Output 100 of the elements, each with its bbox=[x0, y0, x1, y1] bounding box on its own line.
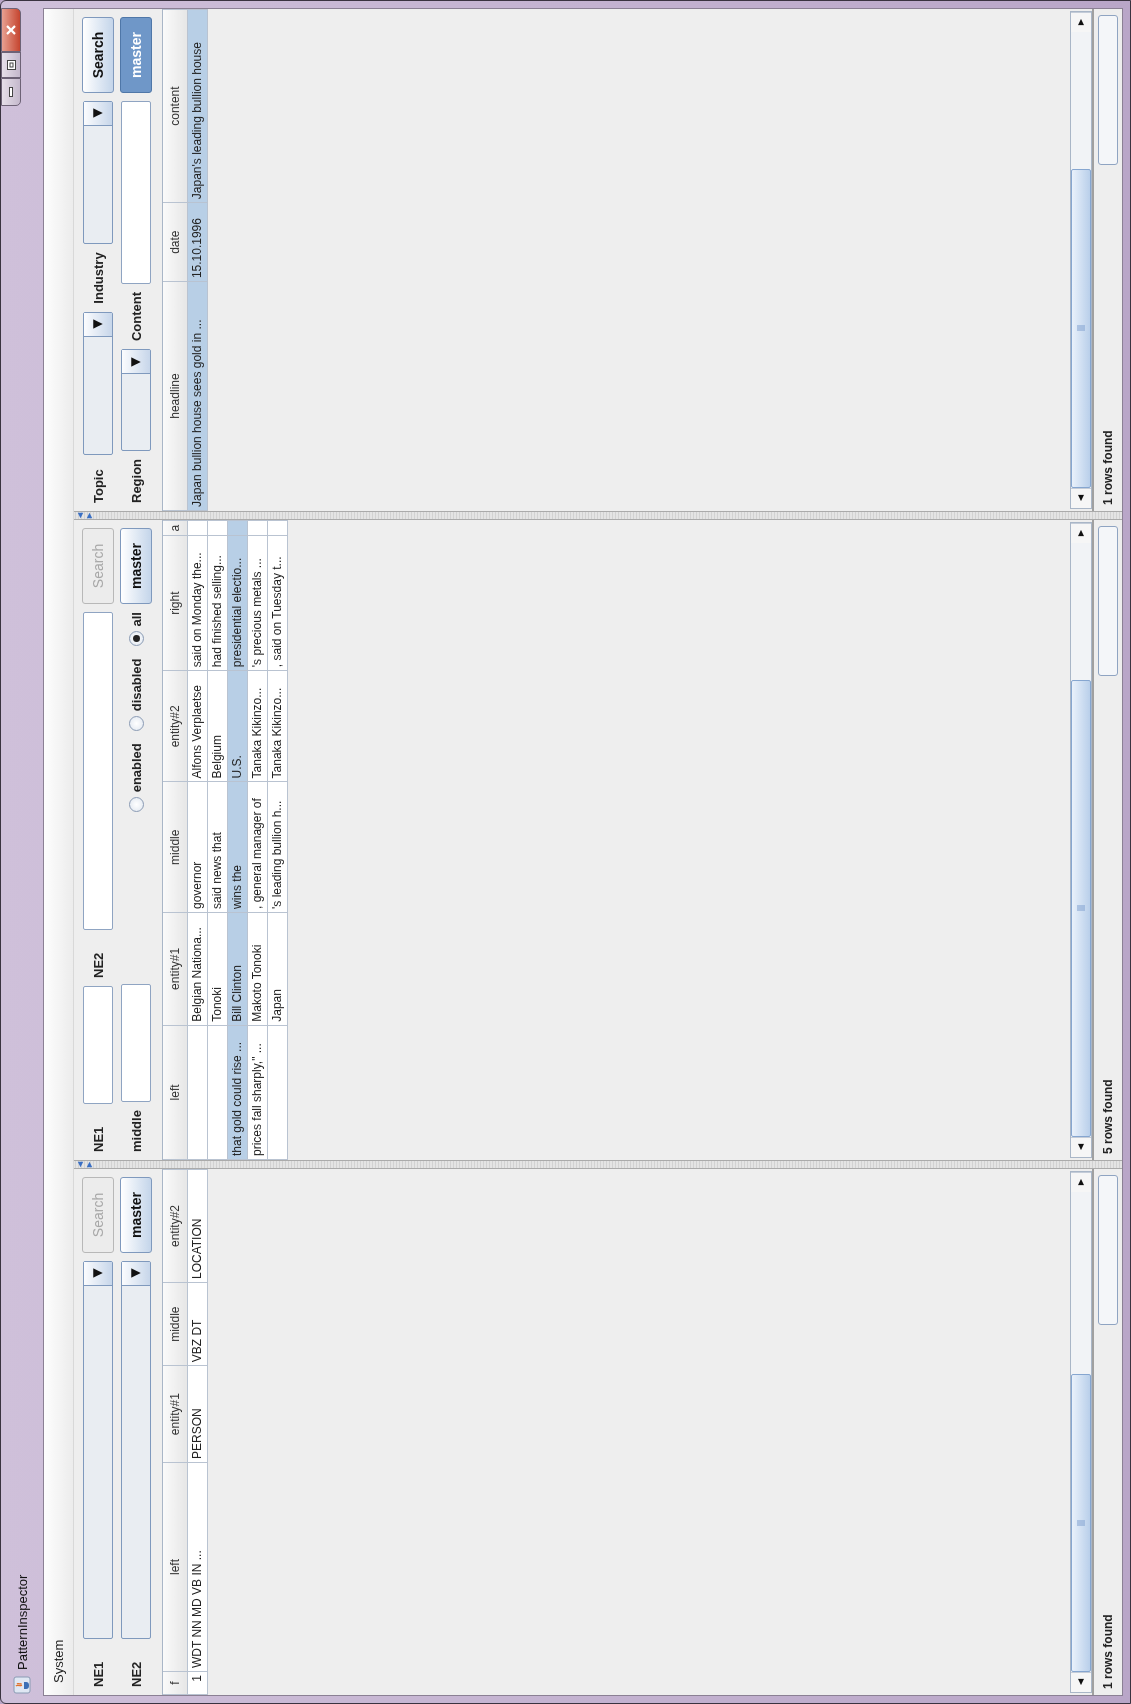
column-header[interactable]: middle bbox=[163, 1282, 187, 1366]
minimize-button[interactable] bbox=[1, 78, 21, 106]
dropdown-arrow-icon bbox=[92, 107, 104, 120]
table-cell: Makoto Tonoki bbox=[247, 912, 267, 1026]
scroll-arrow-button[interactable] bbox=[1071, 12, 1091, 32]
grip-icon bbox=[1077, 1520, 1085, 1527]
scrollbar[interactable] bbox=[1070, 1171, 1092, 1693]
dropdown[interactable] bbox=[83, 311, 113, 455]
field-label: Industry bbox=[90, 252, 106, 304]
close-button[interactable] bbox=[1, 8, 21, 52]
radio-button[interactable] bbox=[128, 716, 144, 732]
radio-button[interactable] bbox=[128, 631, 144, 647]
scroll-arrow-button[interactable] bbox=[1071, 488, 1091, 508]
table-cell: wins the bbox=[227, 781, 247, 913]
dropdown[interactable] bbox=[83, 101, 113, 245]
close-icon bbox=[6, 24, 16, 36]
field-label: Topic bbox=[90, 468, 106, 503]
column-header[interactable]: left bbox=[163, 1462, 187, 1672]
table-cell: had finished selling... bbox=[207, 535, 227, 671]
column-header[interactable]: f bbox=[163, 1671, 187, 1695]
arrow-icon bbox=[1077, 1143, 1085, 1152]
column-header[interactable]: entity#2 bbox=[163, 670, 187, 782]
minimize-icon bbox=[9, 87, 13, 97]
field-label: Region bbox=[128, 458, 144, 503]
column-header[interactable]: entity#2 bbox=[163, 1169, 187, 1283]
toggle-button[interactable]: master bbox=[120, 1177, 152, 1253]
maximize-icon bbox=[6, 60, 16, 70]
dropdown-arrow-icon bbox=[92, 1267, 104, 1280]
status-text: 5 rows found bbox=[1101, 1079, 1115, 1154]
dropdown[interactable] bbox=[83, 1261, 113, 1639]
table-cell: 's leading bullion h... bbox=[267, 781, 287, 913]
scroll-thumb[interactable] bbox=[1071, 1374, 1091, 1672]
table-cell: 15.10.1996 bbox=[187, 202, 207, 282]
scrollbar[interactable] bbox=[1070, 522, 1092, 1158]
menu-item[interactable]: System bbox=[49, 1633, 68, 1689]
table-cell: prices fall sharply," ... bbox=[247, 1025, 267, 1160]
dropdown-arrow-icon bbox=[92, 318, 104, 331]
table-cell: Bill Clinton bbox=[227, 912, 247, 1026]
radio-label: enabled bbox=[128, 743, 144, 793]
table-cell: Japan bbox=[267, 912, 287, 1026]
window-title: PatternInspector bbox=[14, 1574, 30, 1670]
radio-label: all bbox=[128, 612, 144, 627]
column-header[interactable]: a bbox=[163, 520, 187, 536]
column-header[interactable]: right bbox=[163, 535, 187, 671]
dropdown-arrow-icon bbox=[130, 1267, 142, 1280]
table-cell: Tanaka Kikinzo... bbox=[267, 670, 287, 782]
maximize-button[interactable] bbox=[1, 52, 21, 78]
table-cell: 1 bbox=[187, 1671, 207, 1695]
column-header[interactable]: entity#1 bbox=[163, 912, 187, 1026]
table-cell: presidential electio... bbox=[227, 535, 247, 671]
status-text: 1 rows found bbox=[1101, 1614, 1115, 1689]
column-header[interactable]: date bbox=[163, 202, 187, 282]
field-label: NE1 bbox=[90, 1125, 106, 1152]
column-header[interactable]: left bbox=[163, 1025, 187, 1160]
column-header[interactable]: middle bbox=[163, 781, 187, 913]
table-cell: that gold could rise ... bbox=[227, 1025, 247, 1160]
table-cell: Japan bullion house sees gold in ... bbox=[187, 281, 207, 511]
scroll-thumb[interactable] bbox=[1071, 679, 1091, 1137]
field-label: NE1 bbox=[90, 1660, 106, 1687]
table-cell: Belgium bbox=[207, 670, 227, 782]
toggle-button[interactable]: master bbox=[120, 528, 152, 604]
scroll-arrow-button[interactable] bbox=[1071, 1672, 1091, 1692]
dropdown[interactable] bbox=[121, 349, 151, 451]
field-label: NE2 bbox=[128, 1660, 144, 1687]
column-header[interactable]: entity#1 bbox=[163, 1365, 187, 1463]
field-label: NE2 bbox=[90, 951, 106, 978]
table-cell: Tanaka Kikinzo... bbox=[247, 670, 267, 782]
table-cell: governor bbox=[187, 781, 207, 913]
column-header[interactable]: headline bbox=[163, 281, 187, 511]
arrow-icon bbox=[1077, 1678, 1085, 1687]
arrow-icon bbox=[1077, 1178, 1085, 1187]
app-icon bbox=[13, 1676, 31, 1694]
radio-label: disabled bbox=[128, 658, 144, 712]
table-cell: PERSON bbox=[187, 1365, 207, 1463]
scroll-arrow-button[interactable] bbox=[1071, 1172, 1091, 1192]
arrow-icon bbox=[1077, 18, 1085, 27]
scrollbar[interactable] bbox=[1070, 11, 1092, 509]
scroll-arrow-button[interactable] bbox=[1071, 1137, 1091, 1157]
field-label: middle bbox=[128, 1110, 144, 1152]
scroll-thumb[interactable] bbox=[1071, 168, 1091, 488]
table-cell: 's precious metals ... bbox=[247, 535, 267, 671]
text-field[interactable] bbox=[83, 986, 113, 1104]
column-header[interactable]: content bbox=[163, 9, 187, 203]
text-field[interactable] bbox=[121, 101, 151, 284]
text-field[interactable] bbox=[121, 984, 151, 1103]
dropdown[interactable] bbox=[121, 1261, 151, 1639]
text-field[interactable] bbox=[83, 612, 113, 930]
table-cell: said news that bbox=[207, 781, 227, 913]
radio-button[interactable] bbox=[128, 797, 144, 813]
arrow-icon bbox=[1077, 494, 1085, 503]
search-button[interactable]: Search bbox=[82, 17, 114, 93]
table-cell: Japan's leading bullion house bbox=[187, 9, 207, 203]
grip-icon bbox=[1077, 325, 1085, 332]
scroll-arrow-button[interactable] bbox=[1071, 523, 1091, 543]
grip-icon bbox=[1077, 905, 1085, 912]
table-cell: VBZ DT bbox=[187, 1282, 207, 1366]
table-cell: Alfons Verplaetse bbox=[187, 670, 207, 782]
table-cell: Tonoki bbox=[207, 912, 227, 1026]
dropdown-arrow-icon bbox=[130, 355, 142, 368]
table-cell: Belgian Nationa... bbox=[187, 912, 207, 1026]
